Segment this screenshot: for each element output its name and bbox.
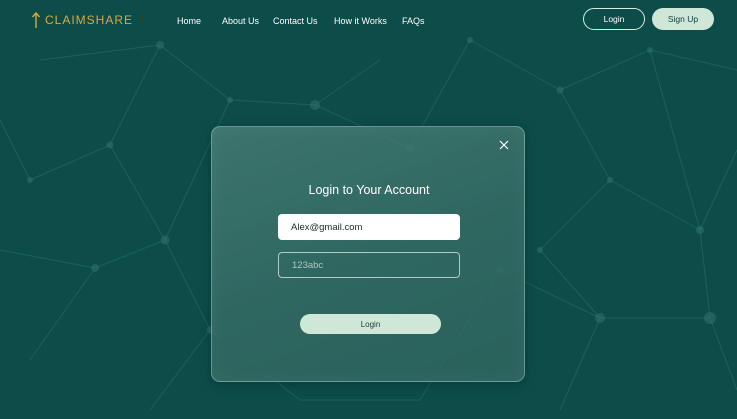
nav-link-contact-us[interactable]: Contact Us — [273, 16, 318, 26]
close-icon[interactable] — [499, 140, 509, 150]
signup-button[interactable]: Sign Up — [652, 8, 714, 30]
password-field[interactable]: 123abc — [278, 252, 460, 278]
brand-logo[interactable]: CLAIMSHARE — [31, 11, 133, 29]
nav-link-faqs[interactable]: FAQs — [402, 16, 425, 26]
nav-link-home[interactable]: Home — [177, 16, 201, 26]
login-modal: Login to Your Account Alex@gmail.com 123… — [211, 126, 525, 382]
top-navigation-bar: CLAIMSHARE Home About Us Contact Us How … — [0, 0, 737, 40]
nav-link-about-us[interactable]: About Us — [222, 16, 259, 26]
email-field[interactable]: Alex@gmail.com — [278, 214, 460, 240]
up-arrow-icon — [31, 11, 41, 28]
brand-name: CLAIMSHARE — [45, 13, 134, 27]
nav-link-how-it-works[interactable]: How it Works — [334, 16, 387, 26]
modal-login-button[interactable]: Login — [300, 314, 441, 334]
modal-title: Login to Your Account — [308, 183, 430, 197]
login-button[interactable]: Login — [583, 8, 645, 30]
